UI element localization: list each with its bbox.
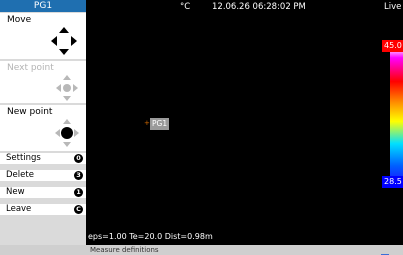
measure-point-marker[interactable]: + PG1: [144, 118, 170, 130]
menu-item-new[interactable]: New 1: [0, 187, 86, 198]
joystick-press-icon[interactable]: [55, 119, 79, 147]
menu-item-delete[interactable]: Delete 3: [0, 170, 86, 181]
move-label: Move: [7, 15, 32, 25]
color-scale-bar: [390, 40, 403, 188]
leave-label: Leave: [6, 204, 32, 214]
left-sidebar: PG1 Move Next point New point Settings 0…: [0, 0, 86, 245]
key-badge-icon: 0: [74, 154, 83, 163]
new-point-label: New point: [7, 107, 53, 117]
key-badge-icon: 3: [74, 171, 83, 180]
crosshair-icon: +: [144, 119, 150, 127]
new-label: New: [6, 187, 25, 197]
move-arrows-icon[interactable]: [51, 27, 77, 55]
temperature-unit: °C: [180, 2, 191, 12]
scale-max-value: 45.0: [382, 40, 403, 52]
menu-item-leave[interactable]: Leave C: [0, 204, 86, 215]
key-badge-icon: C: [74, 205, 83, 214]
new-point-panel[interactable]: New point: [0, 105, 86, 151]
joystick-icon: [56, 75, 78, 101]
datetime-label: 12.06.26 06:28:02 PM: [212, 2, 306, 12]
sidebar-title: PG1: [0, 0, 86, 12]
thermal-image-view[interactable]: °C 12.06.26 06:28:02 PM Live + PG1 45.0 …: [86, 0, 403, 245]
key-badge-icon: 1: [74, 188, 83, 197]
status-bar: Measure definitions: [0, 245, 403, 255]
next-point-label: Next point: [7, 63, 54, 73]
scale-min-value: 28.5: [382, 176, 403, 188]
next-point-panel[interactable]: Next point: [0, 61, 86, 103]
mode-label: Live: [384, 2, 402, 12]
status-text: Measure definitions: [90, 246, 159, 254]
move-panel[interactable]: Move: [0, 13, 86, 59]
delete-label: Delete: [6, 170, 34, 180]
menu-item-settings[interactable]: Settings 0: [0, 153, 86, 164]
settings-label: Settings: [6, 153, 41, 163]
battery-icon: [381, 246, 391, 255]
measurement-params: eps=1.00 Te=20.0 Dist=0.98m: [88, 232, 213, 241]
point-tag: PG1: [150, 118, 170, 130]
